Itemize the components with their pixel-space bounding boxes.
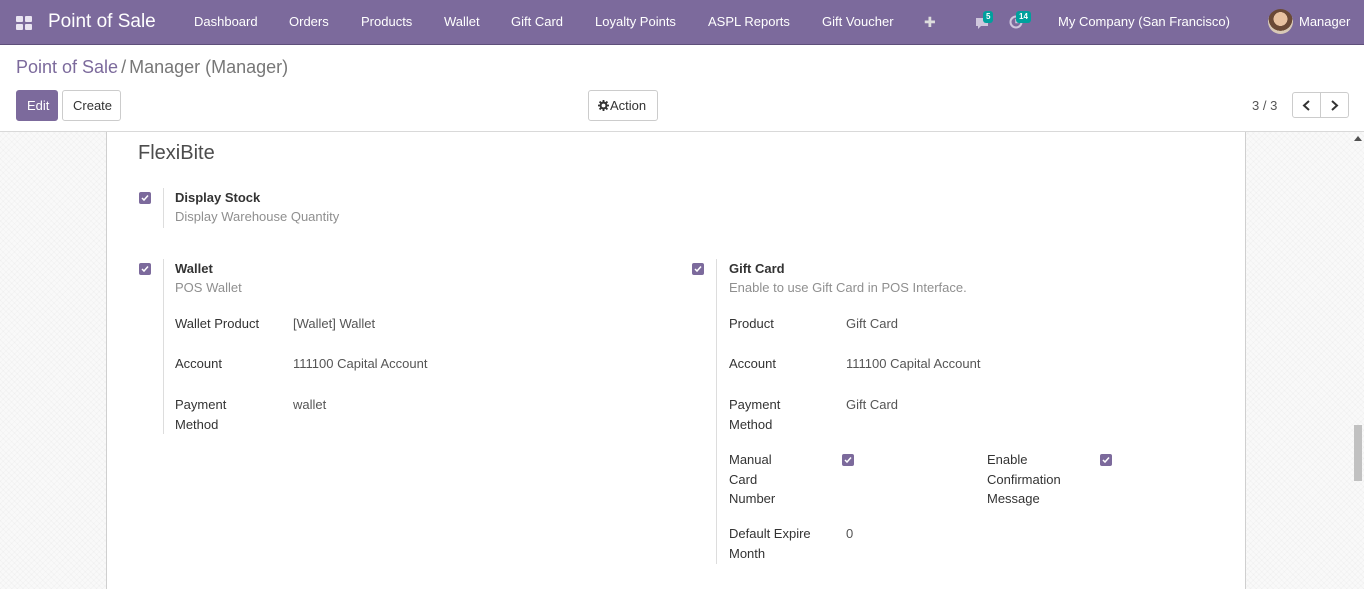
app-brand[interactable]: Point of Sale — [48, 0, 156, 44]
check-icon — [844, 457, 852, 464]
chevron-right-icon — [1331, 100, 1339, 111]
check-icon — [694, 266, 702, 273]
breadcrumb: Point of Sale / Manager (Manager) — [16, 57, 288, 78]
check-icon — [141, 195, 149, 202]
gift-card-label: Gift Card — [729, 261, 785, 276]
check-icon — [1102, 457, 1110, 464]
menu-gift-card[interactable]: Gift Card — [511, 0, 563, 44]
enable-confirmation-label: Enable Confirmation Message — [987, 452, 1061, 506]
menu-loyalty-points[interactable]: Loyalty Points — [595, 0, 676, 44]
wallet-product-label: Wallet Product — [175, 316, 260, 331]
gift-card-help: Enable to use Gift Card in POS Interface… — [729, 280, 967, 295]
display-stock-help: Display Warehouse Quantity — [175, 209, 340, 224]
gear-icon — [598, 100, 609, 111]
menu-gift-voucher[interactable]: Gift Voucher — [822, 0, 894, 44]
default-expire-month-value[interactable]: 0 — [846, 526, 853, 541]
control-panel: Point of Sale / Manager (Manager) Edit Cre… — [0, 45, 1364, 132]
section-title: FlexiBite — [138, 142, 215, 164]
breadcrumb-current: Manager (Manager) — [129, 57, 289, 77]
gift-card-account-value[interactable]: 111100 Capital Account — [846, 356, 980, 371]
display-stock-label: Display Stock — [175, 190, 261, 205]
menu-wallet[interactable]: Wallet — [444, 0, 480, 44]
enable-confirmation-checkbox[interactable] — [1100, 454, 1112, 466]
gift-card-checkbox[interactable] — [692, 263, 704, 275]
manual-card-number-checkbox[interactable] — [842, 454, 854, 466]
divider — [716, 259, 717, 564]
gift-card-payment-method-value[interactable]: Gift Card — [846, 397, 898, 412]
wallet-account-label: Account — [175, 356, 222, 371]
menu-aspl-reports[interactable]: ASPL Reports — [708, 0, 790, 44]
wallet-checkbox[interactable] — [139, 263, 151, 275]
wallet-label: Wallet — [175, 261, 213, 276]
divider — [163, 188, 164, 228]
form-sheet — [106, 132, 1246, 589]
action-button[interactable]: Action — [588, 90, 658, 121]
manual-card-number-label: Manual Card Number — [729, 452, 776, 506]
top-navbar: Point of Sale Dashboard Orders Products … — [0, 0, 1364, 45]
user-menu[interactable]: Manager — [1299, 0, 1350, 44]
scrollbar[interactable] — [1352, 132, 1364, 589]
chevron-left-icon — [1302, 100, 1310, 111]
action-label: Action — [610, 98, 647, 113]
divider — [163, 259, 164, 434]
gift-card-payment-method-label: Payment Method — [729, 397, 781, 432]
menu-products[interactable]: Products — [361, 0, 412, 44]
activities-count-badge: 14 — [1016, 11, 1031, 23]
pager-value[interactable]: 3 / 3 — [1252, 98, 1277, 113]
wallet-account-value[interactable]: 111100 Capital Account — [293, 356, 427, 371]
company-switcher[interactable]: My Company (San Francisco) — [1058, 0, 1230, 44]
plus-icon[interactable]: ✚ — [924, 0, 936, 44]
menu-dashboard[interactable]: Dashboard — [194, 0, 258, 44]
pager-previous-button[interactable] — [1292, 92, 1321, 118]
menu-orders[interactable]: Orders — [289, 0, 329, 44]
default-expire-month-label: Default Expire Month — [729, 526, 811, 561]
breadcrumb-parent[interactable]: Point of Sale — [16, 57, 118, 77]
wallet-product-value[interactable]: [Wallet] Wallet — [293, 316, 375, 331]
breadcrumb-separator: / — [121, 57, 127, 77]
wallet-help: POS Wallet — [175, 280, 242, 295]
scroll-up-arrow[interactable] — [1354, 136, 1362, 141]
avatar[interactable] — [1268, 9, 1293, 34]
gift-card-account-label: Account — [729, 356, 776, 371]
pager-next-button[interactable] — [1320, 92, 1349, 118]
gift-card-product-value[interactable]: Gift Card — [846, 316, 898, 331]
gift-card-product-label: Product — [729, 316, 774, 331]
display-stock-checkbox[interactable] — [139, 192, 151, 204]
edit-button[interactable]: Edit — [16, 90, 58, 121]
wallet-payment-method-label: Payment Method — [175, 397, 227, 432]
apps-icon[interactable] — [16, 16, 32, 30]
check-icon — [141, 266, 149, 273]
scroll-thumb[interactable] — [1354, 425, 1362, 481]
messages-count-badge: 5 — [983, 11, 994, 23]
wallet-payment-method-value[interactable]: wallet — [293, 397, 326, 412]
create-button[interactable]: Create — [62, 90, 121, 121]
